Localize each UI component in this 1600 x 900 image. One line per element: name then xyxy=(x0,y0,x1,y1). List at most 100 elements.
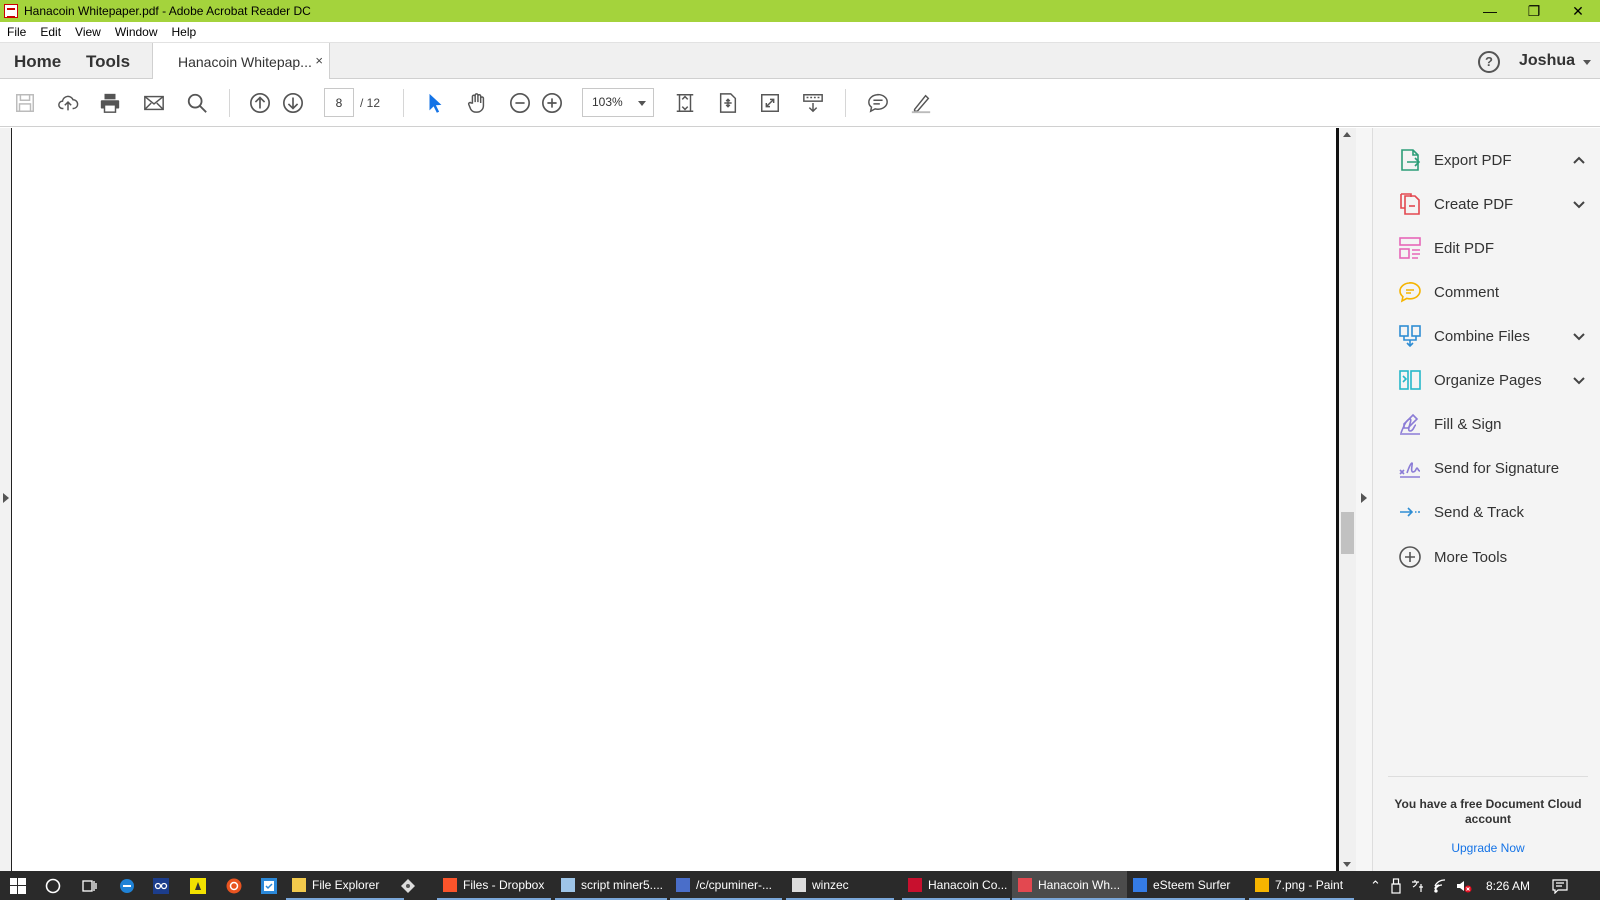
start-button[interactable] xyxy=(10,871,26,900)
restore-button[interactable]: ❐ xyxy=(1512,0,1556,22)
windows-taskbar: File Explorer Files - Dropbox script miner… xyxy=(0,871,1600,900)
tool-send-track[interactable]: Send & Track xyxy=(1398,497,1588,527)
taskbar-item-label: Hanacoin Co... xyxy=(928,877,1008,892)
comment-icon[interactable] xyxy=(866,91,890,115)
close-tab-icon[interactable]: × xyxy=(315,53,323,68)
app-icon-infinity[interactable] xyxy=(153,871,169,900)
menu-edit[interactable]: Edit xyxy=(33,25,68,39)
select-cursor-icon[interactable] xyxy=(423,91,447,115)
task-view-icon[interactable] xyxy=(81,871,97,900)
ubuntu-icon[interactable] xyxy=(226,871,242,900)
tab-bar: Home Tools Hanacoin Whitepap... × ? Josh… xyxy=(0,42,1600,80)
tool-create-pdf[interactable]: Create PDF xyxy=(1398,189,1588,219)
menu-help[interactable]: Help xyxy=(165,25,204,39)
tool-comment[interactable]: Comment xyxy=(1398,277,1588,307)
email-icon[interactable] xyxy=(142,91,166,115)
taskbar-item-label: File Explorer xyxy=(312,877,380,892)
tool-organize-pages[interactable]: Organize Pages xyxy=(1398,365,1588,395)
usb-icon[interactable] xyxy=(1390,871,1402,900)
expand-left-panel-icon[interactable] xyxy=(3,493,9,503)
collapse-right-panel-icon[interactable] xyxy=(1361,493,1367,503)
chevron-down-icon[interactable] xyxy=(1572,373,1586,391)
fit-page-icon[interactable] xyxy=(673,91,697,115)
cortana-icon[interactable] xyxy=(45,871,61,900)
tab-document-label: Hanacoin Whitepap... xyxy=(178,53,312,70)
tab-document[interactable]: Hanacoin Whitepap... × xyxy=(152,43,330,80)
save-icon[interactable] xyxy=(13,91,37,115)
help-icon[interactable]: ? xyxy=(1478,51,1500,73)
toolbar-separator xyxy=(403,89,404,117)
volume-muted-icon[interactable] xyxy=(1455,871,1473,900)
tool-combine-files[interactable]: Combine Files xyxy=(1398,321,1588,351)
chevron-down-icon[interactable] xyxy=(1572,329,1586,347)
highlight-icon[interactable] xyxy=(909,91,933,115)
taskbar-item[interactable]: Hanacoin Co... xyxy=(902,871,1010,900)
tool-label: Organize Pages xyxy=(1434,371,1542,389)
user-menu[interactable]: Joshua xyxy=(1519,52,1575,70)
upgrade-now-link[interactable]: Upgrade Now xyxy=(1388,841,1588,855)
hand-tool-icon[interactable] xyxy=(465,91,489,115)
menu-window[interactable]: Window xyxy=(108,25,165,39)
tool-edit-pdf[interactable]: Edit PDF xyxy=(1398,233,1588,263)
taskbar-item[interactable]: winzec xyxy=(786,871,894,900)
app-icon-yellow[interactable] xyxy=(190,871,206,900)
chevron-down-icon[interactable] xyxy=(1583,60,1591,65)
more-tools-icon xyxy=(1398,545,1422,569)
zoom-in-icon[interactable] xyxy=(540,91,564,115)
taskbar-item[interactable]: script miner5.... xyxy=(555,871,667,900)
notepad-icon xyxy=(561,877,575,892)
read-mode-icon[interactable] xyxy=(801,91,825,115)
app-icon-blue-square[interactable] xyxy=(261,871,277,900)
full-screen-icon[interactable] xyxy=(758,91,782,115)
tool-export-pdf[interactable]: Export PDF xyxy=(1398,145,1588,175)
tool-more-tools[interactable]: More Tools xyxy=(1398,542,1588,572)
zoom-out-icon[interactable] xyxy=(508,91,532,115)
page-number-input[interactable]: 8 xyxy=(324,88,354,117)
scrollbar-thumb[interactable] xyxy=(1341,512,1354,555)
previous-page-icon[interactable] xyxy=(248,91,272,115)
close-button[interactable]: ✕ xyxy=(1556,0,1600,22)
minimize-button[interactable]: — xyxy=(1468,0,1512,22)
tool-send-signature[interactable]: Send for Signature xyxy=(1398,453,1588,483)
print-icon[interactable] xyxy=(98,91,122,115)
tab-home[interactable]: Home xyxy=(14,52,61,72)
upload-icon[interactable] xyxy=(56,91,80,115)
scrolling-mode-icon[interactable] xyxy=(716,91,740,115)
tab-tools[interactable]: Tools xyxy=(86,52,130,72)
chevron-down-icon[interactable] xyxy=(1572,197,1586,215)
menu-view[interactable]: View xyxy=(68,25,108,39)
tool-fill-sign[interactable]: Fill & Sign xyxy=(1398,409,1588,439)
document-page[interactable] xyxy=(0,128,1370,871)
taskbar-item[interactable]: Hanacoin Wh... xyxy=(1012,871,1127,900)
menu-file[interactable]: File xyxy=(0,25,33,39)
ime-icon[interactable] xyxy=(1410,871,1426,900)
tool-label: Send for Signature xyxy=(1434,459,1560,477)
export-pdf-icon xyxy=(1398,148,1422,172)
acrobat-app-icon xyxy=(4,4,18,18)
left-panel-toggle[interactable] xyxy=(0,128,12,871)
taskbar-item-label: winzec xyxy=(812,877,849,892)
taskbar-item[interactable]: Files - Dropbox xyxy=(437,871,551,900)
next-page-icon[interactable] xyxy=(281,91,305,115)
wifi-icon[interactable] xyxy=(1432,871,1448,900)
esteem-icon xyxy=(1133,877,1147,892)
taskbar-item[interactable]: eSteem Surfer xyxy=(1127,871,1245,900)
right-panel-toggle[interactable] xyxy=(1356,128,1373,871)
vertical-scrollbar[interactable] xyxy=(1339,128,1356,871)
action-center-icon[interactable] xyxy=(1552,871,1568,900)
edge-icon[interactable] xyxy=(119,871,135,900)
page-total: / 12 xyxy=(360,96,381,110)
terminal-icon xyxy=(792,877,806,892)
clock[interactable]: 8:26 AM xyxy=(1486,871,1530,900)
taskbar-item[interactable]: 7.png - Paint xyxy=(1249,871,1354,900)
taskbar-item[interactable]: /c/cpuminer-... xyxy=(670,871,782,900)
show-hidden-icons[interactable]: ⌃ xyxy=(1370,871,1381,900)
taskbar-item-label: /c/cpuminer-... xyxy=(696,877,773,892)
taskbar-item[interactable]: File Explorer xyxy=(286,871,404,900)
scroll-down-icon[interactable] xyxy=(1343,862,1351,867)
zoom-level-select[interactable]: 103% xyxy=(582,88,654,117)
scroll-up-icon[interactable] xyxy=(1343,132,1351,137)
search-icon[interactable] xyxy=(185,91,209,115)
edit-pdf-icon xyxy=(1398,236,1422,260)
chevron-up-icon[interactable] xyxy=(1572,153,1586,171)
